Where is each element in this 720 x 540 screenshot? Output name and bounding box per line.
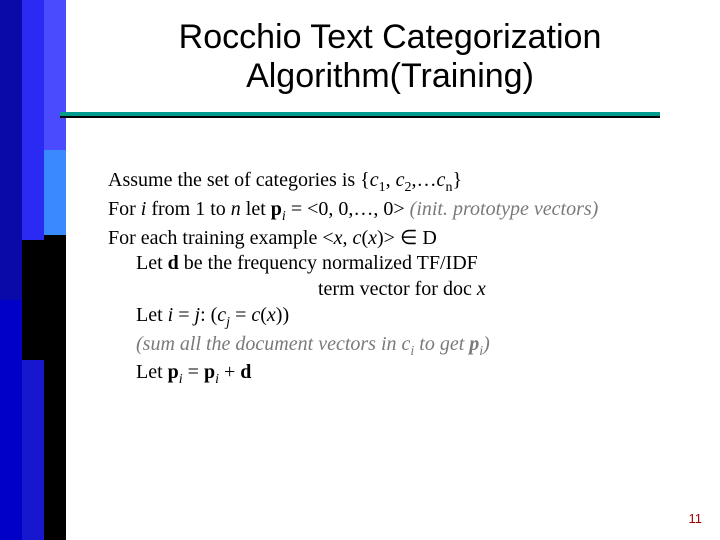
line-1: Assume the set of categories is {c1, c2,… [108, 168, 668, 197]
page-number: 11 [689, 511, 703, 526]
slide-title: Rocchio Text Categorization Algorithm(Tr… [110, 18, 670, 96]
title-underline-black [60, 116, 660, 118]
line-4: Let d be the frequency normalized TF/IDF [108, 251, 668, 277]
line-5: term vector for doc x [108, 277, 668, 303]
line-8: Let pi = pi + d [108, 360, 668, 389]
line-2: For i from 1 to n let pi = <0, 0,…, 0> (… [108, 197, 668, 226]
slide-body: Assume the set of categories is {c1, c2,… [108, 168, 668, 389]
left-decoration [0, 0, 70, 540]
line-3: For each training example <x, c(x)> ∈ D [108, 226, 668, 252]
line-6: Let i = j: (cj = c(x)) [108, 303, 668, 332]
line-7: (sum all the document vectors in ci to g… [108, 332, 668, 361]
